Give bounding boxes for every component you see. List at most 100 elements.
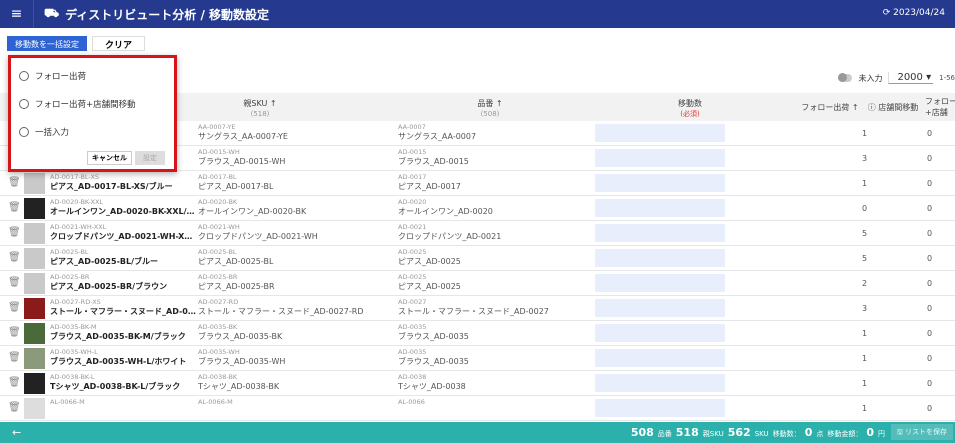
move-quantity-input[interactable] bbox=[595, 299, 725, 317]
trash-icon[interactable]: 🗑 bbox=[8, 377, 21, 388]
move-quantity-input[interactable] bbox=[595, 374, 725, 392]
col-store[interactable]: ⓘ 店舗間移動 bbox=[858, 102, 928, 113]
move-quantity-input[interactable] bbox=[595, 199, 725, 217]
product-thumbnail bbox=[24, 198, 45, 219]
item-code: AD-0025 bbox=[398, 248, 427, 256]
page-size-select[interactable]: 2000 ▾ bbox=[888, 72, 934, 84]
col-item[interactable]: 品番 ↑ (508) bbox=[460, 98, 520, 118]
back-arrow-icon[interactable]: ← bbox=[12, 426, 21, 439]
follow-value: 5 bbox=[862, 229, 868, 238]
item-code: AL-0066 bbox=[398, 398, 425, 406]
trash-icon[interactable]: 🗑 bbox=[8, 252, 21, 263]
clear-button[interactable]: クリア bbox=[92, 36, 146, 51]
trash-icon[interactable]: 🗑 bbox=[8, 327, 21, 338]
col-follow[interactable]: フォロー出荷 ↑ bbox=[795, 102, 865, 113]
radio-icon[interactable] bbox=[19, 71, 29, 81]
move-quantity-input[interactable] bbox=[595, 324, 725, 342]
sku-label: SKU bbox=[754, 430, 769, 438]
item-code: AD-0017 bbox=[398, 173, 427, 181]
bulk-set-button[interactable]: 移動数を一括設定 bbox=[7, 36, 87, 51]
parent-sku-name: ブラウス_AD-0015-WH bbox=[198, 157, 286, 166]
option-follow[interactable]: フォロー出荷 bbox=[19, 70, 86, 82]
menu-icon[interactable]: ≡ bbox=[0, 0, 34, 28]
move-quantity-input[interactable] bbox=[595, 174, 725, 192]
item-code: AD-0035 bbox=[398, 348, 427, 356]
follow-value: 1 bbox=[862, 404, 868, 413]
radio-icon[interactable] bbox=[19, 99, 29, 109]
product-thumbnail bbox=[24, 348, 45, 369]
follow-value: 5 bbox=[862, 254, 868, 263]
save-label: リストを保存 bbox=[905, 428, 947, 436]
parent-sku-name: ストール・マフラー・スヌード_AD-0027-RD bbox=[198, 307, 364, 316]
follow-value: 3 bbox=[862, 154, 868, 163]
footer-bar: ← 508 品番 518 親SKU 562 SKU 移動数： 0 点 移動金額： 0 円 🖫 … bbox=[0, 422, 955, 443]
col-parent-sku[interactable]: 親SKU ↑ (518) bbox=[230, 98, 290, 118]
item-name: ピアス_AD-0025 bbox=[398, 257, 461, 266]
parent-sku-code: AD-0035-BK bbox=[198, 323, 238, 331]
parent-sku-name: ピアス_AD-0025-BR bbox=[198, 282, 275, 291]
parent-sku-code: AD-0021-WH bbox=[198, 223, 240, 231]
follow-value: 2 bbox=[862, 279, 868, 288]
table-row: 🗑 AD-0027-RD-XS ストール・マフラー・スヌード_AD-0027-RD… bbox=[0, 296, 955, 321]
parent-sku-name: ピアス_AD-0025-BL bbox=[198, 257, 274, 266]
move-unit: 点 bbox=[816, 430, 824, 438]
label: 品番 bbox=[477, 99, 494, 108]
parent-sku-code: AD-0035-WH bbox=[198, 348, 240, 356]
sku-code: AD-0027-RD-XS bbox=[50, 298, 101, 306]
product-thumbnail bbox=[24, 323, 45, 344]
trash-icon[interactable]: 🗑 bbox=[8, 352, 21, 363]
label: フォロー出荷 bbox=[801, 103, 850, 112]
item-code: AD-0027 bbox=[398, 298, 427, 306]
follow-value: 0 bbox=[862, 204, 868, 213]
product-thumbnail bbox=[24, 373, 45, 394]
trash-icon[interactable]: 🗑 bbox=[8, 202, 21, 213]
move-quantity-input[interactable] bbox=[595, 399, 725, 417]
save-list-button[interactable]: 🖫 リストを保存 bbox=[890, 424, 953, 440]
psku-count: 518 bbox=[675, 426, 699, 439]
parent-sku-name: ブラウス_AD-0035-BK bbox=[198, 332, 283, 341]
store-value: 0 bbox=[927, 329, 933, 338]
sku-count: 562 bbox=[727, 426, 751, 439]
table-row: 🗑 AD-0035-BK-M ブラウス_AD-0035-BK-M/ブラック AD-… bbox=[0, 321, 955, 346]
parent-sku-name: サングラス_AA-0007-YE bbox=[198, 132, 288, 141]
item-name: サングラス_AA-0007 bbox=[398, 132, 477, 141]
option-label: フォロー出荷 bbox=[35, 72, 87, 82]
radio-icon[interactable] bbox=[19, 127, 29, 137]
move-quantity-input[interactable] bbox=[595, 124, 725, 142]
move-quantity-input[interactable] bbox=[595, 349, 725, 367]
parent-sku-code: AD-0027-RD bbox=[198, 298, 239, 306]
option-follow-store[interactable]: フォロー出荷+店舗間移動 bbox=[19, 98, 136, 110]
sku-name: オールインワン_AD-0020-BK-XXL/ブラック bbox=[50, 207, 196, 216]
col-follow-store[interactable]: フォロー +店舗 bbox=[925, 96, 955, 118]
table-row: 🗑 AD-0021-WH-XXLクロップドパンツ_AD-0021-WH-XXL/… bbox=[0, 221, 955, 246]
unentered-toggle[interactable] bbox=[838, 73, 853, 82]
option-bulk-input[interactable]: 一括入力 bbox=[19, 126, 69, 138]
table-row: 🗑 AD-0038-BK-L Tシャツ_AD-0038-BK-L/ブラック AD-… bbox=[0, 371, 955, 396]
popup-ok-button[interactable]: 設定 bbox=[135, 151, 165, 165]
store-value: 0 bbox=[927, 354, 933, 363]
parent-sku-code: AL-0066-M bbox=[198, 398, 233, 406]
label: フォロー bbox=[925, 97, 955, 106]
move-quantity-input[interactable] bbox=[595, 274, 725, 292]
table-row: 🗑 AD-0035-WH-L ブラウス_AD-0035-WH-L/ホワイト AD-… bbox=[0, 346, 955, 371]
trash-icon[interactable]: 🗑 bbox=[8, 177, 21, 188]
trash-icon[interactable]: 🗑 bbox=[8, 402, 21, 413]
table-row: 🗑 AD-0025-BR ピアス_AD-0025-BR/ブラウン AD-0025-… bbox=[0, 271, 955, 296]
parent-sku-code: AD-0025-BL bbox=[198, 248, 237, 256]
move-quantity-input[interactable] bbox=[595, 149, 725, 167]
sku-code: AD-0038-BK-L bbox=[50, 373, 95, 381]
follow-value: 1 bbox=[862, 329, 868, 338]
parent-sku-name: クロップドパンツ_AD-0021-WH bbox=[198, 232, 318, 241]
parent-sku-code: AD-0038-BK bbox=[198, 373, 238, 381]
popup-cancel-button[interactable]: キャンセル bbox=[87, 151, 132, 165]
trash-icon[interactable]: 🗑 bbox=[8, 227, 21, 238]
item-name: ピアス_AD-0025 bbox=[398, 282, 461, 291]
store-value: 0 bbox=[927, 254, 933, 263]
amount-unit: 円 bbox=[878, 430, 885, 438]
move-count: 0 bbox=[804, 426, 813, 439]
move-quantity-input[interactable] bbox=[595, 224, 725, 242]
product-thumbnail bbox=[24, 248, 45, 269]
move-quantity-input[interactable] bbox=[595, 249, 725, 267]
trash-icon[interactable]: 🗑 bbox=[8, 302, 21, 313]
trash-icon[interactable]: 🗑 bbox=[8, 277, 21, 288]
